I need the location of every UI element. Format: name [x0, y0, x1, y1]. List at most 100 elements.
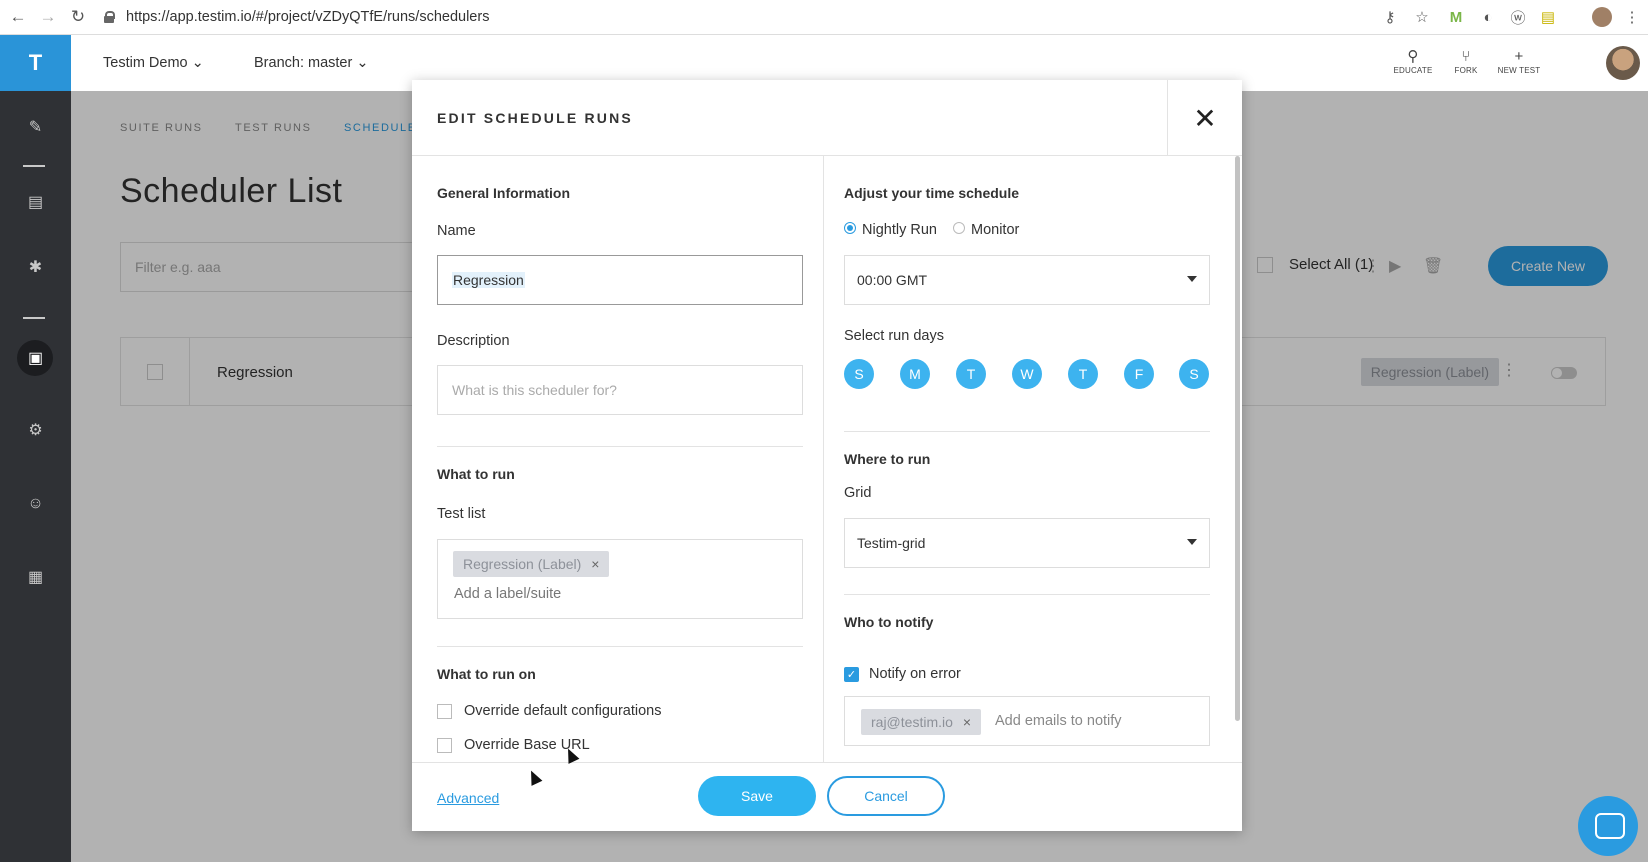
key-icon[interactable]: ⚷ — [1380, 7, 1400, 27]
project-name: Testim Demo — [103, 55, 188, 71]
gear-icon[interactable]: ⚙ — [0, 412, 71, 448]
extension-w-icon[interactable]: ⓦ — [1508, 7, 1528, 27]
team-icon[interactable]: ☺ — [0, 486, 71, 522]
edit-schedule-modal: EDIT SCHEDULE RUNS ✕ General Information… — [412, 80, 1242, 831]
new-test-button[interactable]: + NEW TEST — [1495, 48, 1543, 75]
override-config-checkbox[interactable] — [437, 704, 452, 719]
section-divider — [844, 431, 1210, 432]
description-label: Description — [437, 333, 510, 349]
grid-select[interactable]: Testim-grid — [844, 518, 1210, 568]
new-test-label: NEW TEST — [1497, 66, 1541, 75]
lightbulb-icon: ⚲ — [1407, 48, 1419, 65]
cat-icon[interactable]: ▦ — [0, 559, 71, 595]
scrollbar[interactable] — [1235, 156, 1240, 721]
chat-icon[interactable] — [1578, 796, 1638, 856]
caret-down-icon — [1187, 539, 1197, 545]
day-toggle-sunday[interactable]: S — [844, 359, 874, 389]
bug-icon[interactable]: ✱ — [0, 249, 71, 285]
testim-logo[interactable]: T — [0, 35, 71, 91]
lock-icon — [104, 11, 115, 23]
email-chip-label: raj@testim.io — [871, 714, 953, 730]
notify-on-error-checkbox[interactable]: ✓ — [844, 667, 859, 682]
day-toggle-friday[interactable]: F — [1124, 359, 1154, 389]
grid-label: Grid — [844, 485, 872, 501]
list-icon[interactable]: ▤ — [0, 184, 71, 220]
save-button[interactable]: Save — [698, 776, 816, 816]
section-divider — [437, 446, 803, 447]
what-to-run-heading: What to run — [437, 466, 515, 482]
description-input[interactable]: What is this scheduler for? — [437, 365, 803, 415]
adjust-schedule-heading: Adjust your time schedule — [844, 185, 1020, 201]
where-to-run-heading: Where to run — [844, 451, 931, 467]
time-value: 00:00 GMT — [857, 272, 928, 288]
test-list-chip: Regression (Label) × — [453, 551, 610, 577]
reload-icon[interactable]: ↻ — [66, 5, 90, 29]
test-list-label: Test list — [437, 506, 486, 522]
forward-icon[interactable]: → — [36, 5, 60, 29]
notify-on-error-label[interactable]: Notify on error — [869, 666, 961, 682]
browser-toolbar: ← → ↻ https://app.testim.io/#/project/vZ… — [0, 0, 1648, 35]
menu-kebab-icon[interactable]: ⋮ — [1622, 7, 1642, 27]
extension-circle-icon[interactable]: ◐ — [1478, 7, 1498, 27]
override-config-label[interactable]: Override default configurations — [464, 703, 661, 719]
star-icon[interactable]: ☆ — [1412, 7, 1432, 27]
fork-icon: ⑂ — [1461, 48, 1471, 65]
address-bar[interactable]: https://app.testim.io/#/project/vZDyQTfE… — [104, 9, 489, 25]
override-base-url-checkbox[interactable] — [437, 738, 452, 753]
cancel-button[interactable]: Cancel — [827, 776, 945, 816]
close-icon[interactable]: ✕ — [1167, 80, 1242, 156]
who-to-notify-heading: Who to notify — [844, 614, 934, 630]
column-divider — [823, 156, 824, 762]
nightly-run-label[interactable]: Nightly Run — [862, 222, 937, 238]
rail-divider — [23, 317, 45, 319]
advanced-link[interactable]: Advanced — [437, 790, 499, 806]
url-text: https://app.testim.io/#/project/vZDyQTfE… — [126, 9, 490, 25]
section-divider — [844, 594, 1210, 595]
project-selector[interactable]: Testim Demo ⌄ — [103, 55, 204, 71]
monitor-label[interactable]: Monitor — [971, 222, 1019, 238]
day-toggle-tuesday[interactable]: T — [956, 359, 986, 389]
monitor-radio[interactable] — [953, 222, 965, 234]
left-rail: T ✎ ▤ ✱ ▣ ⚙ ☺ ▦ — [0, 35, 71, 862]
grid-value: Testim-grid — [857, 535, 926, 551]
branch-name: Branch: master — [254, 55, 353, 71]
extension-m-icon[interactable]: M — [1446, 7, 1466, 27]
name-input[interactable]: Regression — [437, 255, 803, 305]
fork-label: FORK — [1454, 66, 1478, 75]
description-placeholder: What is this scheduler for? — [452, 382, 617, 398]
day-toggle-wednesday[interactable]: W — [1012, 359, 1042, 389]
section-divider — [437, 646, 803, 647]
caret-down-icon — [1187, 276, 1197, 282]
educate-button[interactable]: ⚲ EDUCATE — [1389, 48, 1437, 75]
profile-avatar-icon[interactable] — [1592, 7, 1612, 27]
notify-emails-input[interactable]: raj@testim.io × Add emails to notify — [844, 696, 1210, 746]
test-list-chip-label: Regression (Label) — [463, 556, 582, 572]
remove-chip-icon[interactable]: × — [591, 556, 599, 572]
educate-label: EDUCATE — [1393, 66, 1433, 75]
pencil-icon[interactable]: ✎ — [0, 109, 71, 145]
email-placeholder: Add emails to notify — [995, 713, 1122, 729]
chevron-down-icon: ⌄ — [356, 55, 369, 71]
email-chip: raj@testim.io × — [861, 709, 982, 735]
branch-selector[interactable]: Branch: master ⌄ — [254, 55, 369, 71]
avatar[interactable] — [1606, 46, 1640, 80]
day-toggle-saturday[interactable]: S — [1179, 359, 1209, 389]
time-select[interactable]: 00:00 GMT — [844, 255, 1210, 305]
test-list-placeholder: Add a label/suite — [454, 586, 562, 602]
back-icon[interactable]: ← — [6, 5, 30, 29]
modal-header: EDIT SCHEDULE RUNS ✕ — [412, 80, 1242, 156]
day-toggle-thursday[interactable]: T — [1068, 359, 1098, 389]
extension-bars-icon[interactable]: ▤ — [1538, 7, 1558, 27]
general-info-heading: General Information — [437, 185, 571, 201]
modal-title: EDIT SCHEDULE RUNS — [437, 110, 633, 126]
runs-icon[interactable]: ▣ — [0, 340, 71, 376]
rail-divider — [23, 165, 45, 167]
day-toggle-monday[interactable]: M — [900, 359, 930, 389]
plus-icon: + — [1514, 48, 1524, 65]
test-list-input[interactable]: Regression (Label) × Add a label/suite — [437, 539, 803, 619]
fork-button[interactable]: ⑂ FORK — [1442, 48, 1490, 75]
what-to-run-on-heading: What to run on — [437, 666, 536, 682]
nightly-run-radio[interactable] — [844, 222, 856, 234]
remove-chip-icon[interactable]: × — [963, 714, 971, 730]
chevron-down-icon: ⌄ — [191, 55, 204, 71]
